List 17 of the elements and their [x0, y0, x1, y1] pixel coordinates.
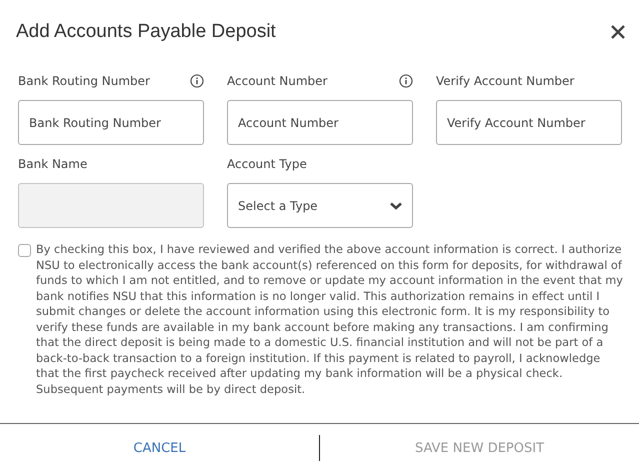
info-icon[interactable] — [399, 74, 413, 88]
input-field[interactable]: Account Number — [227, 100, 413, 145]
agreement-text: By checking this box, I have reviewed and verified the above account information is correct. I authorize NSU to electronically access the bank account(s) referenced on this form for deposits, for withdrawal of funds to which I am not entitled, and to remove or update my account information in the event that my bank notifies NSU that this information is no longer valid. This authorization remains in effect until I submit changes or delete the account information using this electronic form. It is my responsibility to verify these funds are available in my bank account before making any transactions. I am confirming that the direct deposit is being made to a domestic U.S. financial institution and will not be part of a back-to-back transaction to a foreign institution. If this payment is related to payroll, I acknowledge that the first paycheck received after updating my bank information will be a physical check. Subsequent payments will be by direct deposit. — [36, 242, 623, 397]
dialog-title: Add Accounts Payable Deposit — [16, 21, 276, 43]
close-button[interactable] — [609, 23, 627, 41]
info-icon[interactable] — [190, 74, 204, 88]
cancel-button[interactable]: CANCEL — [0, 424, 319, 472]
field-label: Account Type — [227, 157, 307, 171]
input-field[interactable]: Verify Account Number — [436, 100, 622, 145]
field-label: Verify Account Number — [436, 74, 574, 88]
field-label: Bank Name — [18, 157, 88, 171]
field-label: Bank Routing Number — [18, 74, 150, 88]
field-label: Account Number — [227, 74, 328, 88]
account-type-select[interactable]: Select a Type — [227, 183, 413, 228]
agreement-checkbox[interactable] — [18, 244, 31, 257]
chevron-down-icon — [390, 202, 402, 210]
input-field[interactable]: Bank Routing Number — [18, 100, 204, 145]
